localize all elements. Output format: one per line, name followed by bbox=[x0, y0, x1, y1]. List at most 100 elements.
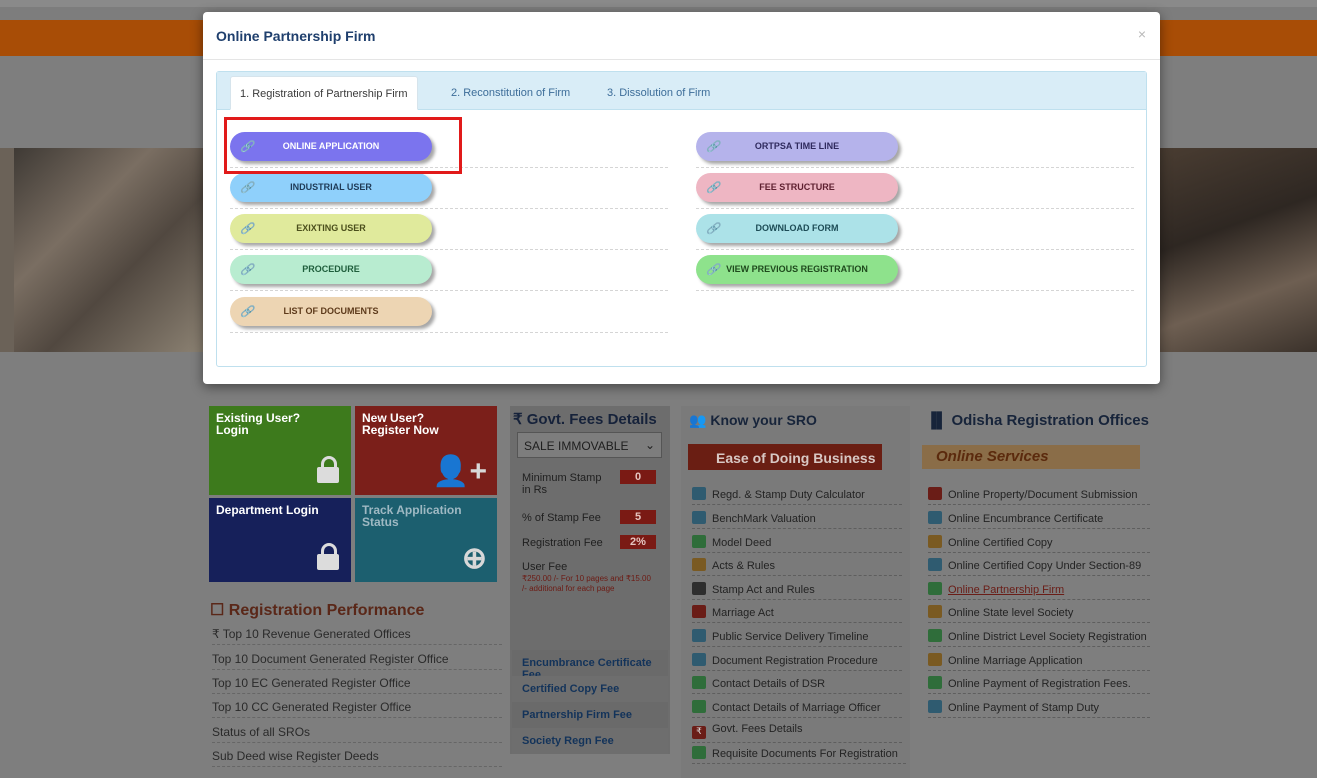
odisha-item[interactable]: Online Payment of Registration Fees. bbox=[928, 676, 1150, 694]
link-icon: 🔗 bbox=[240, 264, 254, 276]
sro-item[interactable]: Model Deed bbox=[692, 535, 902, 553]
existing-user-tile[interactable]: Existing User? Login bbox=[209, 406, 351, 495]
sro-item-label: Govt. Fees Details bbox=[712, 723, 803, 735]
odisha-item[interactable]: Online State level Society bbox=[928, 605, 1150, 623]
modal-title: Online Partnership Firm bbox=[216, 28, 376, 44]
fee-value-registration: 2% bbox=[620, 535, 656, 549]
sro-item[interactable]: Contact Details of Marriage Officer bbox=[692, 700, 902, 718]
new-user-tile[interactable]: New User? Register Now 👤+ bbox=[355, 406, 497, 495]
odisha-item[interactable]: Online Partnership Firm bbox=[928, 582, 1150, 600]
sro-item-label: Regd. & Stamp Duty Calculator bbox=[712, 489, 865, 501]
sro-item-label: BenchMark Valuation bbox=[712, 513, 816, 525]
odisha-item[interactable]: Online Marriage Application bbox=[928, 653, 1150, 671]
odisha-item[interactable]: Online District Level Society Registrati… bbox=[928, 629, 1150, 647]
map-icon: ▐▌ bbox=[926, 412, 952, 429]
perf-item-cc[interactable]: Top 10 CC Generated Register Office bbox=[212, 700, 502, 718]
contact-book-icon bbox=[692, 700, 706, 713]
sro-item[interactable]: Stamp Act and Rules bbox=[692, 582, 902, 600]
odisha-item[interactable]: Online Encumbrance Certificate bbox=[928, 511, 1150, 529]
tab-registration[interactable]: 1. Registration of Partnership Firm bbox=[230, 76, 418, 110]
fee-label-user-fee: User Fee bbox=[522, 561, 568, 573]
track-status-tile[interactable]: Track Application Status ⊕ bbox=[355, 498, 497, 582]
fee-value-min-stamp: 0 bbox=[620, 470, 656, 484]
ec-fee-link[interactable]: Encumbrance Certificate Fee bbox=[512, 650, 668, 681]
online-services-banner: Online Services bbox=[922, 445, 1140, 469]
user-fee-note: ₹250.00 /- For 10 pages and ₹15.00 /- ad… bbox=[522, 574, 651, 593]
book-icon bbox=[692, 558, 706, 571]
ease-of-doing-business[interactable]: Ease of Doing Business bbox=[688, 444, 882, 470]
banner-photo-left bbox=[14, 148, 204, 352]
fee-value-stamp-percent: 5 bbox=[620, 510, 656, 524]
fee-label-min-stamp: Minimum Stamp in Rs bbox=[522, 472, 602, 496]
odisha-title: ▐▌ Odisha Registration Offices bbox=[926, 412, 1149, 429]
odisha-item-label: Online Property/Document Submission bbox=[948, 489, 1138, 501]
perf-item-sro-status[interactable]: Status of all SROs bbox=[212, 725, 502, 743]
sro-item[interactable]: Document Registration Procedure bbox=[692, 653, 902, 671]
sro-item[interactable]: Acts & Rules bbox=[692, 558, 902, 576]
tab-panel: 1. Registration of Partnership Firm 2. R… bbox=[216, 71, 1147, 367]
deed-type-select[interactable]: SALE IMMOVABLE ⌄ bbox=[517, 432, 662, 458]
view-previous-registration-label: VIEW PREVIOUS REGISTRATION bbox=[726, 264, 868, 274]
document-icon bbox=[928, 511, 942, 524]
copy-icon bbox=[692, 653, 706, 666]
sro-item-label: Marriage Act bbox=[712, 607, 774, 619]
download-form-label: DOWNLOAD FORM bbox=[755, 223, 839, 233]
existing-user-label: Existing User? Login bbox=[216, 411, 301, 437]
hourglass-icon bbox=[692, 629, 706, 642]
link-icon: 🔗 bbox=[706, 141, 720, 153]
sro-item[interactable]: Public Service Delivery Timeline bbox=[692, 629, 902, 647]
perf-item-document[interactable]: Top 10 Document Generated Register Offic… bbox=[212, 652, 502, 670]
odisha-item[interactable]: Online Payment of Stamp Duty bbox=[928, 700, 1150, 718]
cc-fee-link[interactable]: Certified Copy Fee bbox=[512, 676, 668, 702]
department-login-tile[interactable]: Department Login bbox=[209, 498, 351, 582]
sro-item[interactable]: Regd. & Stamp Duty Calculator bbox=[692, 487, 902, 505]
sro-item-label: Document Registration Procedure bbox=[712, 655, 878, 667]
list-of-documents-button[interactable]: 🔗 LIST OF DOCUMENTS bbox=[230, 297, 432, 326]
document-icon bbox=[928, 535, 942, 548]
fee-structure-label: FEE STRUCTURE bbox=[759, 182, 835, 192]
fee-label-registration: Registration Fee bbox=[522, 537, 603, 549]
chevron-down-icon: ⌄ bbox=[644, 438, 655, 452]
sro-item-label: Requisite Documents For Registration bbox=[712, 748, 898, 760]
sro-item[interactable]: Contact Details of DSR bbox=[692, 676, 902, 694]
button-row: 🔗 DOWNLOAD FORM bbox=[696, 209, 1134, 250]
odisha-item[interactable]: Online Certified Copy bbox=[928, 535, 1150, 553]
document-icon bbox=[928, 582, 942, 595]
document-icon bbox=[692, 535, 706, 548]
sro-item[interactable]: ₹ Govt. Fees Details bbox=[692, 723, 902, 743]
sro-item[interactable]: Requisite Documents For Registration bbox=[692, 746, 906, 764]
society-fee-link[interactable]: Society Regn Fee bbox=[512, 728, 668, 754]
button-row: 🔗 VIEW PREVIOUS REGISTRATION bbox=[696, 250, 1134, 291]
track-status-label: Track Application Status bbox=[362, 503, 462, 529]
close-button[interactable]: × bbox=[1138, 26, 1146, 42]
perf-item-ec[interactable]: Top 10 EC Generated Register Office bbox=[212, 676, 502, 694]
tab-reconstitution[interactable]: 2. Reconstitution of Firm bbox=[442, 76, 579, 110]
existing-user-button[interactable]: 🔗 EXIXTING USER bbox=[230, 214, 432, 243]
perf-item-deeds[interactable]: Sub Deed wise Register Deeds bbox=[212, 749, 502, 767]
fee-structure-button[interactable]: 🔗 FEE STRUCTURE bbox=[696, 173, 898, 202]
new-user-label: New User? Register Now bbox=[362, 411, 439, 437]
odisha-item[interactable]: Online Certified Copy Under Section-89 bbox=[928, 558, 1150, 576]
tabs-bar: 1. Registration of Partnership Firm 2. R… bbox=[217, 72, 1146, 110]
partnership-fee-link[interactable]: Partnership Firm Fee bbox=[512, 702, 668, 728]
department-login-label: Department Login bbox=[216, 503, 319, 517]
sro-title-text: Know your SRO bbox=[710, 412, 817, 428]
performance-title-text: Registration Performance bbox=[228, 602, 425, 619]
ortpsa-timeline-button[interactable]: 🔗 ORTPSA TIME LINE bbox=[696, 132, 898, 161]
view-previous-registration-button[interactable]: 🔗 VIEW PREVIOUS REGISTRATION bbox=[696, 255, 898, 284]
industrial-user-button[interactable]: 🔗 INDUSTRIAL USER bbox=[230, 173, 432, 202]
download-form-button[interactable]: 🔗 DOWNLOAD FORM bbox=[696, 214, 898, 243]
online-partnership-firm-link: Online Partnership Firm bbox=[948, 584, 1065, 596]
top-bar bbox=[0, 0, 1317, 7]
sro-item-label: Public Service Delivery Timeline bbox=[712, 631, 869, 643]
book-icon bbox=[692, 605, 706, 618]
sro-item[interactable]: BenchMark Valuation bbox=[692, 511, 902, 529]
procedure-button[interactable]: 🔗 PROCEDURE bbox=[230, 255, 432, 284]
tab-dissolution[interactable]: 3. Dissolution of Firm bbox=[598, 76, 719, 110]
button-row: 🔗 EXIXTING USER bbox=[230, 209, 668, 250]
existing-user-button-label: EXIXTING USER bbox=[296, 223, 366, 233]
calculator-icon bbox=[692, 487, 706, 500]
odisha-item[interactable]: Online Property/Document Submission bbox=[928, 487, 1150, 505]
perf-item-revenue[interactable]: ₹ Top 10 Revenue Generated Offices bbox=[212, 627, 502, 645]
sro-item[interactable]: Marriage Act bbox=[692, 605, 902, 623]
